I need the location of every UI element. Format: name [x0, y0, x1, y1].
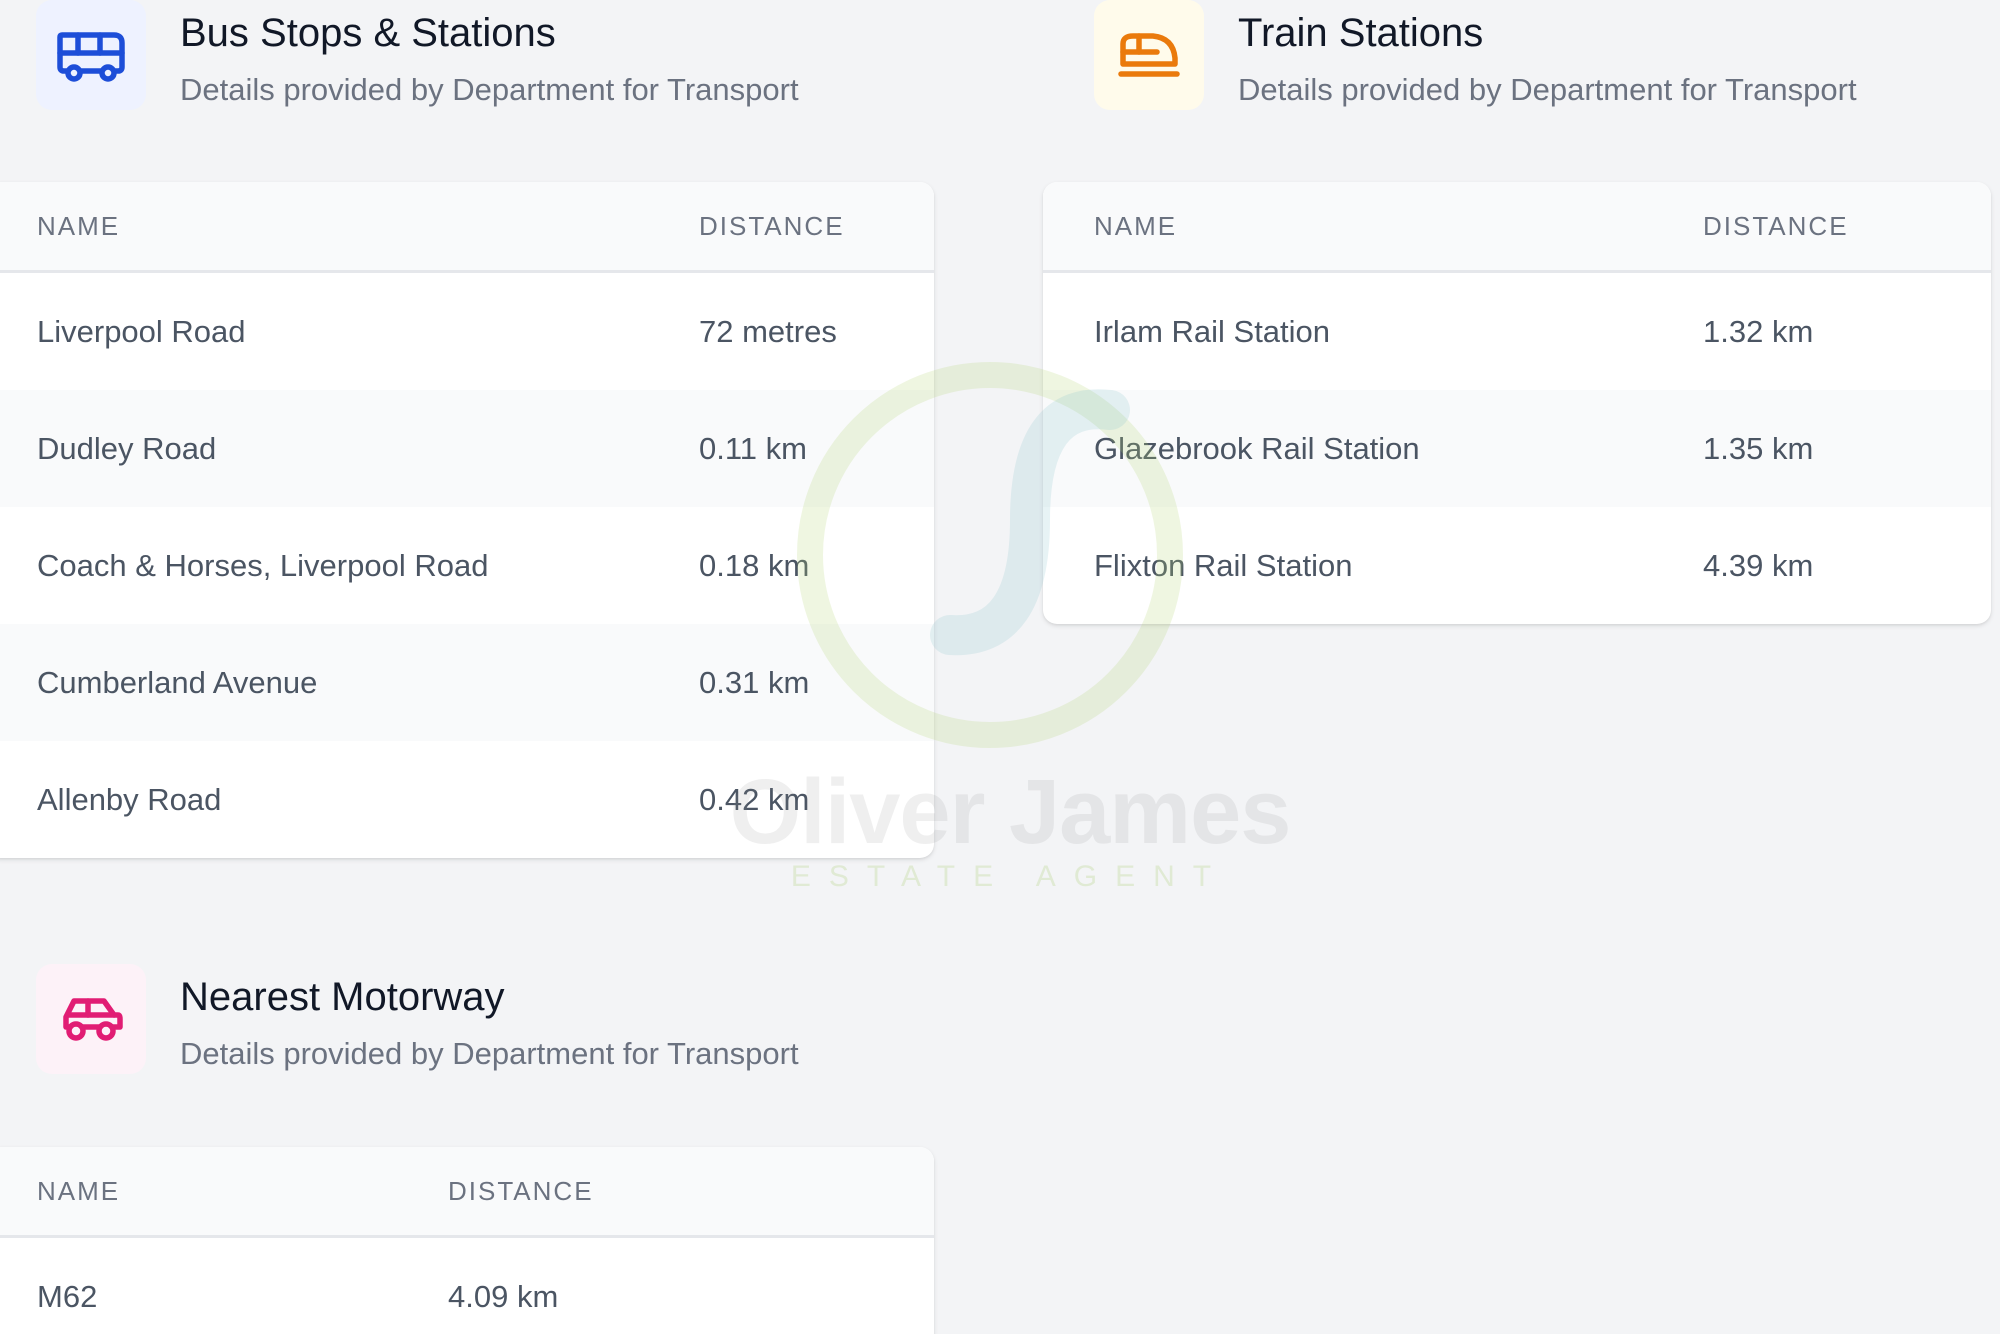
stop-name: Cumberland Avenue [37, 665, 318, 700]
train-table: NAME DISTANCE Irlam Rail Station 1.32 km… [1043, 182, 1991, 624]
train-section-title: Train Stations [1238, 11, 1484, 55]
watermark-tagline: ESTATE AGENT [790, 860, 1230, 893]
column-header-distance[interactable]: DISTANCE [699, 182, 845, 270]
bus-icon [57, 32, 125, 82]
table-row[interactable]: Allenby Road 0.42 km [0, 741, 934, 858]
bus-section-header: Bus Stops & Stations Details provided by… [36, 0, 799, 110]
motorway-table: NAME DISTANCE M62 4.09 km [0, 1147, 934, 1334]
table-header: NAME DISTANCE [0, 182, 934, 273]
table-row[interactable]: Coach & Horses, Liverpool Road 0.18 km [0, 507, 934, 624]
table-row[interactable]: Dudley Road 0.11 km [0, 390, 934, 507]
bus-section-title: Bus Stops & Stations [180, 11, 556, 55]
column-header-name[interactable]: NAME [1094, 182, 1177, 270]
train-section-header: Train Stations Details provided by Depar… [1094, 0, 1857, 110]
bus-icon-box [36, 0, 146, 110]
stop-distance: 0.18 km [699, 548, 810, 583]
stop-distance: 0.42 km [699, 782, 810, 817]
car-icon [63, 998, 123, 1041]
train-icon-box [1094, 0, 1204, 110]
station-name: Irlam Rail Station [1094, 314, 1331, 349]
column-header-distance[interactable]: DISTANCE [448, 1147, 594, 1235]
motorway-name: M62 [37, 1279, 98, 1314]
table-row[interactable]: Irlam Rail Station 1.32 km [1043, 273, 1991, 390]
column-header-name[interactable]: NAME [37, 1147, 120, 1235]
car-icon-box [36, 964, 146, 1074]
motorway-distance: 4.09 km [448, 1279, 559, 1314]
column-header-distance[interactable]: DISTANCE [1703, 182, 1849, 270]
station-distance: 1.35 km [1703, 431, 1814, 466]
train-icon [1118, 33, 1180, 77]
bus-table: NAME DISTANCE Liverpool Road 72 metres D… [0, 182, 934, 858]
station-distance: 4.39 km [1703, 548, 1814, 583]
bus-section-subtitle: Details provided by Department for Trans… [180, 72, 799, 107]
table-header: NAME DISTANCE [1043, 182, 1991, 273]
stop-distance: 0.31 km [699, 665, 810, 700]
motorway-section-title: Nearest Motorway [180, 975, 505, 1019]
table-row[interactable]: Cumberland Avenue 0.31 km [0, 624, 934, 741]
train-section-subtitle: Details provided by Department for Trans… [1238, 72, 1857, 107]
stop-name: Dudley Road [37, 431, 217, 466]
stop-name: Coach & Horses, Liverpool Road [37, 548, 489, 583]
stop-distance: 72 metres [699, 314, 837, 349]
transport-page: Bus Stops & Stations Details provided by… [0, 0, 2000, 1334]
table-row[interactable]: Liverpool Road 72 metres [0, 273, 934, 390]
table-row[interactable]: Flixton Rail Station 4.39 km [1043, 507, 1991, 624]
stop-name: Allenby Road [37, 782, 222, 817]
station-name: Glazebrook Rail Station [1094, 431, 1420, 466]
station-distance: 1.32 km [1703, 314, 1814, 349]
stop-distance: 0.11 km [699, 431, 807, 466]
stop-name: Liverpool Road [37, 314, 246, 349]
table-header: NAME DISTANCE [0, 1147, 934, 1238]
column-header-name[interactable]: NAME [37, 182, 120, 270]
station-name: Flixton Rail Station [1094, 548, 1353, 583]
motorway-section-subtitle: Details provided by Department for Trans… [180, 1036, 799, 1071]
motorway-section-header: Nearest Motorway Details provided by Dep… [36, 964, 799, 1074]
table-row[interactable]: M62 4.09 km [0, 1238, 934, 1334]
table-row[interactable]: Glazebrook Rail Station 1.35 km [1043, 390, 1991, 507]
